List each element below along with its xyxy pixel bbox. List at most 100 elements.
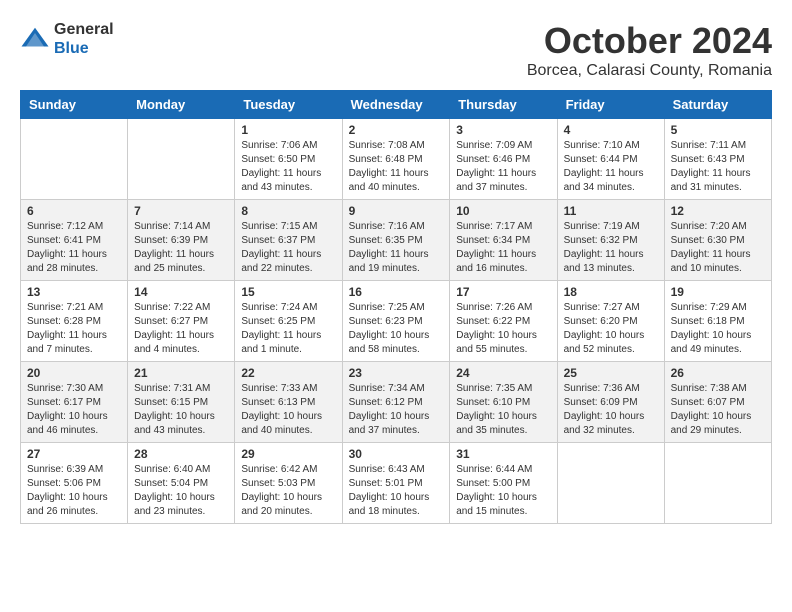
title-block: October 2024 Borcea, Calarasi County, Ro… (527, 20, 772, 80)
day-info: Sunrise: 7:20 AMSunset: 6:30 PMDaylight:… (671, 220, 765, 276)
logo: General Blue (20, 20, 114, 58)
day-info: Sunrise: 7:12 AMSunset: 6:41 PMDaylight:… (27, 220, 121, 276)
calendar-cell: 29 Sunrise: 6:42 AMSunset: 5:03 PMDayligh… (235, 443, 342, 524)
calendar-cell: 9 Sunrise: 7:16 AMSunset: 6:35 PMDaylight… (342, 200, 450, 281)
day-info: Sunrise: 7:33 AMSunset: 6:13 PMDaylight:… (241, 382, 335, 438)
day-number: 5 (671, 123, 765, 137)
calendar-cell: 27 Sunrise: 6:39 AMSunset: 5:06 PMDayligh… (21, 443, 128, 524)
day-number: 22 (241, 366, 335, 380)
day-info: Sunrise: 7:31 AMSunset: 6:15 PMDaylight:… (134, 382, 228, 438)
calendar-header-tuesday: Tuesday (235, 91, 342, 119)
calendar-cell: 11 Sunrise: 7:19 AMSunset: 6:32 PMDayligh… (557, 200, 664, 281)
day-info: Sunrise: 7:29 AMSunset: 6:18 PMDaylight:… (671, 301, 765, 357)
day-info: Sunrise: 7:35 AMSunset: 6:10 PMDaylight:… (456, 382, 550, 438)
day-info: Sunrise: 7:38 AMSunset: 6:07 PMDaylight:… (671, 382, 765, 438)
day-number: 15 (241, 285, 335, 299)
calendar-cell: 19Sunrise: 7:29 AMSunset: 6:18 PMDayligh… (664, 281, 771, 362)
calendar-header-saturday: Saturday (664, 91, 771, 119)
day-info: Sunrise: 7:27 AMSunset: 6:20 PMDaylight:… (564, 301, 658, 357)
calendar-week-row: 20 Sunrise: 7:30 AMSunset: 6:17 PMDayligh… (21, 362, 772, 443)
day-number: 14 (134, 285, 228, 299)
day-number: 16 (349, 285, 444, 299)
day-info: Sunrise: 7:34 AMSunset: 6:12 PMDaylight:… (349, 382, 444, 438)
calendar-cell (664, 443, 771, 524)
calendar-cell: 18Sunrise: 7:27 AMSunset: 6:20 PMDayligh… (557, 281, 664, 362)
calendar-week-row: 6 Sunrise: 7:12 AMSunset: 6:41 PMDaylight… (21, 200, 772, 281)
day-number: 10 (456, 204, 550, 218)
calendar-cell: 10 Sunrise: 7:17 AMSunset: 6:34 PMDayligh… (450, 200, 557, 281)
calendar-cell: 14 Sunrise: 7:22 AMSunset: 6:27 PMDayligh… (128, 281, 235, 362)
calendar-cell (128, 119, 235, 200)
calendar-week-row: 13 Sunrise: 7:21 AMSunset: 6:28 PMDayligh… (21, 281, 772, 362)
day-number: 8 (241, 204, 335, 218)
day-info: Sunrise: 7:19 AMSunset: 6:32 PMDaylight:… (564, 220, 658, 276)
calendar-cell: 7Sunrise: 7:14 AMSunset: 6:39 PMDaylight… (128, 200, 235, 281)
day-number: 11 (564, 204, 658, 218)
calendar-cell: 15 Sunrise: 7:24 AMSunset: 6:25 PMDayligh… (235, 281, 342, 362)
day-number: 2 (349, 123, 444, 137)
day-info: Sunrise: 6:42 AMSunset: 5:03 PMDaylight:… (241, 463, 335, 519)
day-info: Sunrise: 7:08 AMSunset: 6:48 PMDaylight:… (349, 139, 444, 195)
calendar-cell: 1 Sunrise: 7:06 AMSunset: 6:50 PMDaylight… (235, 119, 342, 200)
day-number: 1 (241, 123, 335, 137)
calendar-cell: 3Sunrise: 7:09 AMSunset: 6:46 PMDaylight… (450, 119, 557, 200)
day-info: Sunrise: 7:06 AMSunset: 6:50 PMDaylight:… (241, 139, 335, 195)
calendar-cell: 22 Sunrise: 7:33 AMSunset: 6:13 PMDayligh… (235, 362, 342, 443)
calendar-table: SundayMondayTuesdayWednesdayThursdayFrid… (20, 90, 772, 524)
day-number: 28 (134, 447, 228, 461)
day-info: Sunrise: 7:11 AMSunset: 6:43 PMDaylight:… (671, 139, 765, 195)
calendar-cell: 16Sunrise: 7:25 AMSunset: 6:23 PMDayligh… (342, 281, 450, 362)
day-info: Sunrise: 7:15 AMSunset: 6:37 PMDaylight:… (241, 220, 335, 276)
calendar-cell: 30Sunrise: 6:43 AMSunset: 5:01 PMDayligh… (342, 443, 450, 524)
day-number: 20 (27, 366, 121, 380)
calendar-cell: 4 Sunrise: 7:10 AMSunset: 6:44 PMDaylight… (557, 119, 664, 200)
day-number: 9 (349, 204, 444, 218)
day-number: 7 (134, 204, 228, 218)
day-number: 31 (456, 447, 550, 461)
calendar-cell: 20 Sunrise: 7:30 AMSunset: 6:17 PMDayligh… (21, 362, 128, 443)
calendar-cell: 25Sunrise: 7:36 AMSunset: 6:09 PMDayligh… (557, 362, 664, 443)
day-number: 24 (456, 366, 550, 380)
day-number: 27 (27, 447, 121, 461)
calendar-cell: 23Sunrise: 7:34 AMSunset: 6:12 PMDayligh… (342, 362, 450, 443)
calendar-cell: 28Sunrise: 6:40 AMSunset: 5:04 PMDayligh… (128, 443, 235, 524)
day-number: 29 (241, 447, 335, 461)
calendar-header-sunday: Sunday (21, 91, 128, 119)
calendar-header-wednesday: Wednesday (342, 91, 450, 119)
calendar-cell: 12 Sunrise: 7:20 AMSunset: 6:30 PMDayligh… (664, 200, 771, 281)
calendar-cell: 26 Sunrise: 7:38 AMSunset: 6:07 PMDayligh… (664, 362, 771, 443)
logo-blue: Blue (54, 39, 114, 58)
day-info: Sunrise: 7:10 AMSunset: 6:44 PMDaylight:… (564, 139, 658, 195)
day-info: Sunrise: 7:21 AMSunset: 6:28 PMDaylight:… (27, 301, 121, 357)
day-number: 3 (456, 123, 550, 137)
calendar-cell: 17 Sunrise: 7:26 AMSunset: 6:22 PMDayligh… (450, 281, 557, 362)
day-number: 13 (27, 285, 121, 299)
day-info: Sunrise: 6:44 AMSunset: 5:00 PMDaylight:… (456, 463, 550, 519)
calendar-cell: 13 Sunrise: 7:21 AMSunset: 6:28 PMDayligh… (21, 281, 128, 362)
calendar-cell (21, 119, 128, 200)
day-info: Sunrise: 7:30 AMSunset: 6:17 PMDaylight:… (27, 382, 121, 438)
location: Borcea, Calarasi County, Romania (527, 62, 772, 80)
calendar-header-friday: Friday (557, 91, 664, 119)
day-number: 4 (564, 123, 658, 137)
day-number: 17 (456, 285, 550, 299)
day-info: Sunrise: 6:39 AMSunset: 5:06 PMDaylight:… (27, 463, 121, 519)
day-number: 26 (671, 366, 765, 380)
day-info: Sunrise: 7:22 AMSunset: 6:27 PMDaylight:… (134, 301, 228, 357)
calendar-cell: 8 Sunrise: 7:15 AMSunset: 6:37 PMDaylight… (235, 200, 342, 281)
day-number: 6 (27, 204, 121, 218)
calendar-header-monday: Monday (128, 91, 235, 119)
day-info: Sunrise: 7:17 AMSunset: 6:34 PMDaylight:… (456, 220, 550, 276)
day-info: Sunrise: 7:36 AMSunset: 6:09 PMDaylight:… (564, 382, 658, 438)
day-info: Sunrise: 7:24 AMSunset: 6:25 PMDaylight:… (241, 301, 335, 357)
day-info: Sunrise: 7:26 AMSunset: 6:22 PMDaylight:… (456, 301, 550, 357)
calendar-header-row: SundayMondayTuesdayWednesdayThursdayFrid… (21, 91, 772, 119)
calendar-cell: 2 Sunrise: 7:08 AMSunset: 6:48 PMDaylight… (342, 119, 450, 200)
calendar-header-thursday: Thursday (450, 91, 557, 119)
day-info: Sunrise: 6:43 AMSunset: 5:01 PMDaylight:… (349, 463, 444, 519)
day-number: 12 (671, 204, 765, 218)
page-header: General Blue October 2024 Borcea, Calara… (20, 20, 772, 80)
calendar-week-row: 1 Sunrise: 7:06 AMSunset: 6:50 PMDaylight… (21, 119, 772, 200)
day-info: Sunrise: 7:16 AMSunset: 6:35 PMDaylight:… (349, 220, 444, 276)
calendar-cell: 6 Sunrise: 7:12 AMSunset: 6:41 PMDaylight… (21, 200, 128, 281)
